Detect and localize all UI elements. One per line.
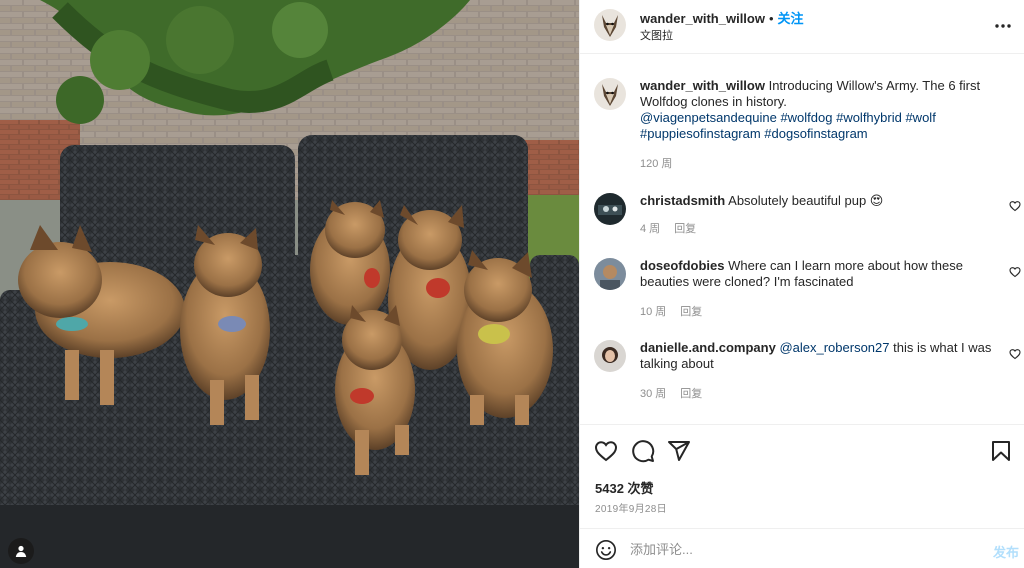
smiley-icon[interactable] — [595, 539, 617, 561]
wolf-avatar-icon — [594, 9, 626, 41]
wolf-avatar-icon — [594, 78, 626, 110]
comment-username[interactable]: danielle.and.company — [640, 340, 776, 355]
separator-dot: • — [768, 11, 774, 26]
comment-meta: 30 周 回复 — [640, 385, 716, 401]
comment-body: Absolutely beautiful pup 😍 — [728, 193, 884, 208]
caption-time: 120 周 — [640, 158, 673, 170]
caption-mention[interactable]: @viagenpetsandequine — [640, 110, 777, 125]
comment-time: 10 周 — [640, 306, 667, 318]
commenter-avatar[interactable] — [594, 340, 626, 372]
reply-button[interactable]: 回复 — [674, 223, 696, 235]
heart-icon[interactable] — [1009, 200, 1021, 212]
follow-button[interactable]: 关注 — [778, 11, 804, 26]
post-actions: 5432 次赞 2019年9月28日 — [580, 424, 1024, 528]
reply-button[interactable]: 回复 — [680, 388, 702, 400]
commenter-avatar[interactable] — [594, 258, 626, 290]
bookmark-icon[interactable] — [989, 439, 1013, 463]
caption-text: wander_with_willow Introducing Willow's … — [640, 78, 992, 142]
user-tag-icon[interactable] — [8, 538, 34, 564]
comment-time: 30 周 — [640, 388, 667, 400]
post-side-panel: wander_with_willow • 关注 文图拉 wander_with_… — [579, 0, 1024, 568]
comment-text: christadsmith Absolutely beautiful pup 😍 — [640, 193, 992, 209]
comment-username[interactable]: doseofdobies — [640, 258, 725, 273]
heart-icon[interactable] — [1009, 348, 1021, 360]
post-photo[interactable] — [0, 0, 579, 568]
add-comment-bar: 发布 — [580, 528, 1024, 568]
reply-button[interactable]: 回复 — [680, 306, 702, 318]
comment-username[interactable]: christadsmith — [640, 193, 725, 208]
comment-time: 4 周 — [640, 223, 661, 235]
comment-meta: 10 周 回复 — [640, 303, 716, 319]
post-location[interactable]: 文图拉 — [640, 27, 673, 43]
avatar-photo-icon — [594, 340, 626, 372]
caption-username[interactable]: wander_with_willow — [640, 78, 765, 93]
comment-icon[interactable] — [631, 439, 655, 463]
photo-illustration — [0, 0, 579, 568]
share-icon[interactable] — [667, 439, 691, 463]
comment-input[interactable] — [630, 537, 970, 561]
commenter-avatar[interactable] — [594, 193, 626, 225]
avatar-photo-icon — [594, 258, 626, 290]
like-count[interactable]: 5432 次赞 — [595, 478, 654, 497]
comment-mention[interactable]: @alex_roberson27 — [779, 340, 889, 355]
post-header: wander_with_willow • 关注 文图拉 — [580, 0, 1024, 54]
post-comment-button[interactable]: 发布 — [993, 542, 1019, 561]
user-tag-glyph — [15, 545, 27, 557]
caption-avatar[interactable] — [594, 78, 626, 110]
author-avatar[interactable] — [594, 9, 626, 41]
heart-icon[interactable] — [594, 439, 618, 463]
comments-list[interactable]: wander_with_willow Introducing Willow's … — [580, 55, 1024, 423]
avatar-photo-icon — [594, 193, 626, 225]
comment-text: doseofdobies Where can I learn more abou… — [640, 258, 992, 290]
post-date: 2019年9月28日 — [595, 504, 667, 515]
heart-icon[interactable] — [1009, 266, 1021, 278]
comment-meta: 4 周 回复 — [640, 220, 710, 236]
more-horizontal-icon[interactable] — [993, 16, 1013, 36]
author-username[interactable]: wander_with_willow — [640, 11, 765, 26]
author-line: wander_with_willow • 关注 — [640, 8, 804, 27]
comment-text: danielle.and.company @alex_roberson27 th… — [640, 340, 992, 372]
caption-meta: 120 周 — [640, 155, 686, 171]
